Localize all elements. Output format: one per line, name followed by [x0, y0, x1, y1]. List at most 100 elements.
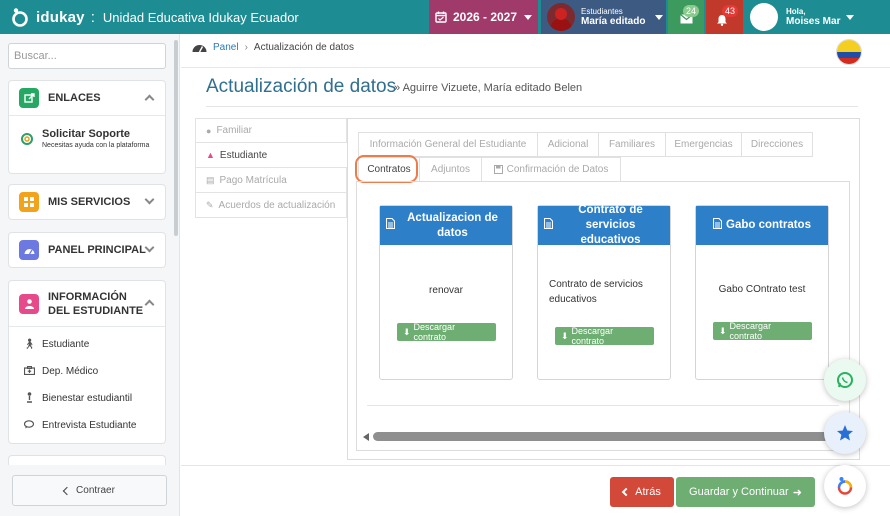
notifications-badge: 43 — [722, 5, 739, 17]
sidebar-scrollbar[interactable] — [174, 40, 178, 236]
highlight-ring — [355, 155, 418, 183]
chevron-down-icon — [846, 14, 855, 20]
menu-item-estudiante[interactable]: 🚶︎ Estudiante — [9, 331, 165, 358]
enlaces-header[interactable]: ENLACES — [9, 81, 165, 115]
contract-card: Gabo contratos Gabo COntrato test ⬇ Desc… — [695, 205, 829, 380]
tab-direcciones[interactable]: Direcciones — [741, 132, 813, 157]
menu-item-label: Estudiante — [42, 339, 90, 350]
menu-item-entrevista[interactable]: Entrevista Estudiante — [9, 412, 165, 439]
assistant-logo-icon — [837, 477, 853, 495]
school-year-selector[interactable]: 2026 - 2027 — [429, 0, 538, 34]
breadcrumb-panel-link[interactable]: Panel — [213, 42, 239, 53]
tab-confirmacion[interactable]: Confirmación de Datos — [481, 157, 621, 182]
favorites-button[interactable] — [824, 412, 866, 454]
mis-servicios-title: MIS SERVICIOS — [48, 196, 131, 208]
contract-card-header: Actualizacion de datos — [380, 206, 512, 245]
download-icon: ⬇ — [403, 326, 411, 337]
calendar-icon — [435, 11, 447, 23]
whatsapp-button[interactable] — [824, 359, 866, 401]
info-estudiante-title: INFORMACIÓN DEL ESTUDIANTE — [48, 290, 144, 317]
tab-adjuntos[interactable]: Adjuntos — [419, 157, 482, 182]
panel-principal-title: PANEL PRINCIPAL — [48, 244, 146, 256]
back-button[interactable]: Atrás — [610, 477, 674, 507]
contract-card: Actualizacion de datos renovar ⬇ Descarg… — [379, 205, 513, 380]
tab-informacion-general[interactable]: Información General del Estudiante — [358, 132, 538, 157]
notifications-button[interactable]: 43 — [706, 0, 743, 34]
menu-item-dep-medico[interactable]: Dep. Médico — [9, 358, 165, 385]
user-icon — [19, 293, 39, 314]
document-icon — [712, 217, 723, 234]
messages-badge: 24 — [683, 5, 700, 17]
menu-item-bienestar[interactable]: Bienestar estudiantil — [9, 385, 165, 412]
tab-label: Información General del Estudiante — [369, 139, 527, 150]
download-label: Descargar contrato — [413, 322, 456, 342]
page-title: Actualización de datos — [206, 76, 397, 97]
document-icon — [385, 217, 396, 234]
save-continue-label: Guardar y Continuar — [689, 486, 789, 498]
support-title: Solicitar Soporte — [42, 128, 131, 140]
vtab-estudiante[interactable]: ▲ Estudiante — [195, 143, 348, 168]
scrollbar-thumb[interactable] — [373, 432, 839, 441]
main-content: Panel › Actualización de datos Actualiza… — [181, 34, 890, 516]
tab-emergencias[interactable]: Emergencias — [665, 132, 742, 157]
tab-label: Adicional — [547, 139, 589, 150]
money-icon: ▤ — [206, 174, 215, 185]
breadcrumb-current: Actualización de datos — [253, 42, 354, 53]
chevron-left-icon — [621, 487, 631, 497]
scroll-left-icon[interactable] — [363, 433, 369, 441]
download-contract-button[interactable]: ⬇ Descargar contrato — [397, 322, 496, 342]
contract-description: renovar — [429, 285, 463, 296]
chevron-down-icon — [144, 194, 155, 205]
messages-button[interactable]: 24 — [668, 0, 704, 34]
save-icon — [493, 165, 503, 174]
menu-item-label: Bienestar estudiantil — [42, 393, 133, 404]
vtab-acuerdos[interactable]: ✎ Acuerdos de actualización — [195, 193, 347, 218]
info-estudiante-header[interactable]: INFORMACIÓN DEL ESTUDIANTE — [9, 281, 165, 326]
horizontal-scrollbar[interactable] — [363, 432, 843, 441]
chevron-down-icon — [524, 14, 533, 20]
vtab-label: Estudiante — [219, 149, 268, 161]
contract-description: Contrato de servicios educativos — [549, 279, 643, 305]
grid-icon — [19, 192, 39, 212]
external-link-icon — [19, 88, 39, 108]
assistant-button[interactable] — [824, 465, 866, 507]
next-card[interactable] — [8, 455, 166, 465]
dashboard-icon — [192, 45, 207, 53]
enlaces-title: ENLACES — [48, 92, 101, 104]
breadcrumb: Panel › Actualización de datos — [192, 42, 354, 53]
person-icon: 🚶︎ — [23, 339, 36, 350]
user-menu[interactable]: Hola, Moises Mar — [745, 0, 890, 34]
download-contract-button[interactable]: ⬇ Descargar contrato — [713, 321, 812, 341]
save-continue-button[interactable]: Guardar y Continuar ➜ — [676, 477, 815, 507]
ecuador-flag-icon[interactable] — [836, 39, 862, 65]
chevron-left-icon — [62, 486, 72, 495]
chevron-right-icon: › — [244, 42, 248, 53]
menu-item-label: Dep. Médico — [42, 366, 99, 377]
star-icon — [837, 425, 853, 441]
vtab-label: Familiar — [216, 125, 252, 136]
vtab-label: Pago Matrícula — [219, 174, 287, 186]
student-selector[interactable]: Estudiantes María editado — [541, 0, 666, 34]
school-name: Unidad Educativa Idukay Ecuador — [102, 9, 299, 25]
chevron-down-icon — [144, 242, 155, 253]
vtab-pago-matricula[interactable]: ▤ Pago Matrícula — [195, 168, 347, 193]
vtab-familiar[interactable]: ● Familiar — [195, 118, 347, 143]
tab-familiares[interactable]: Familiares — [598, 132, 666, 157]
arrow-right-icon: ➜ — [792, 486, 802, 499]
medkit-icon — [23, 365, 35, 378]
support-subtitle: Necesitas ayuda con la plataforma — [42, 142, 150, 149]
divider — [181, 67, 890, 68]
mis-servicios-card[interactable]: MIS SERVICIOS — [8, 184, 166, 220]
female-icon: ▲ — [206, 150, 215, 160]
support-link[interactable]: Solicitar Soporte Necesitas ayuda con la… — [9, 116, 165, 149]
info-estudiante-card: INFORMACIÓN DEL ESTUDIANTE 🚶︎ Estudiante… — [8, 280, 166, 444]
vtab-label: Acuerdos de actualización — [218, 199, 336, 211]
panel-principal-card[interactable]: PANEL PRINCIPAL — [8, 232, 166, 268]
collapse-sidebar-button[interactable]: Contraer — [12, 475, 167, 506]
search-input[interactable] — [8, 43, 166, 69]
brand[interactable]: idukay : Unidad Educativa Idukay Ecuador — [10, 7, 299, 27]
download-contract-button[interactable]: ⬇ Descargar contrato — [555, 326, 654, 346]
tab-adicional[interactable]: Adicional — [537, 132, 599, 157]
dashboard-icon — [19, 240, 39, 260]
edit-icon: ✎ — [206, 199, 214, 210]
